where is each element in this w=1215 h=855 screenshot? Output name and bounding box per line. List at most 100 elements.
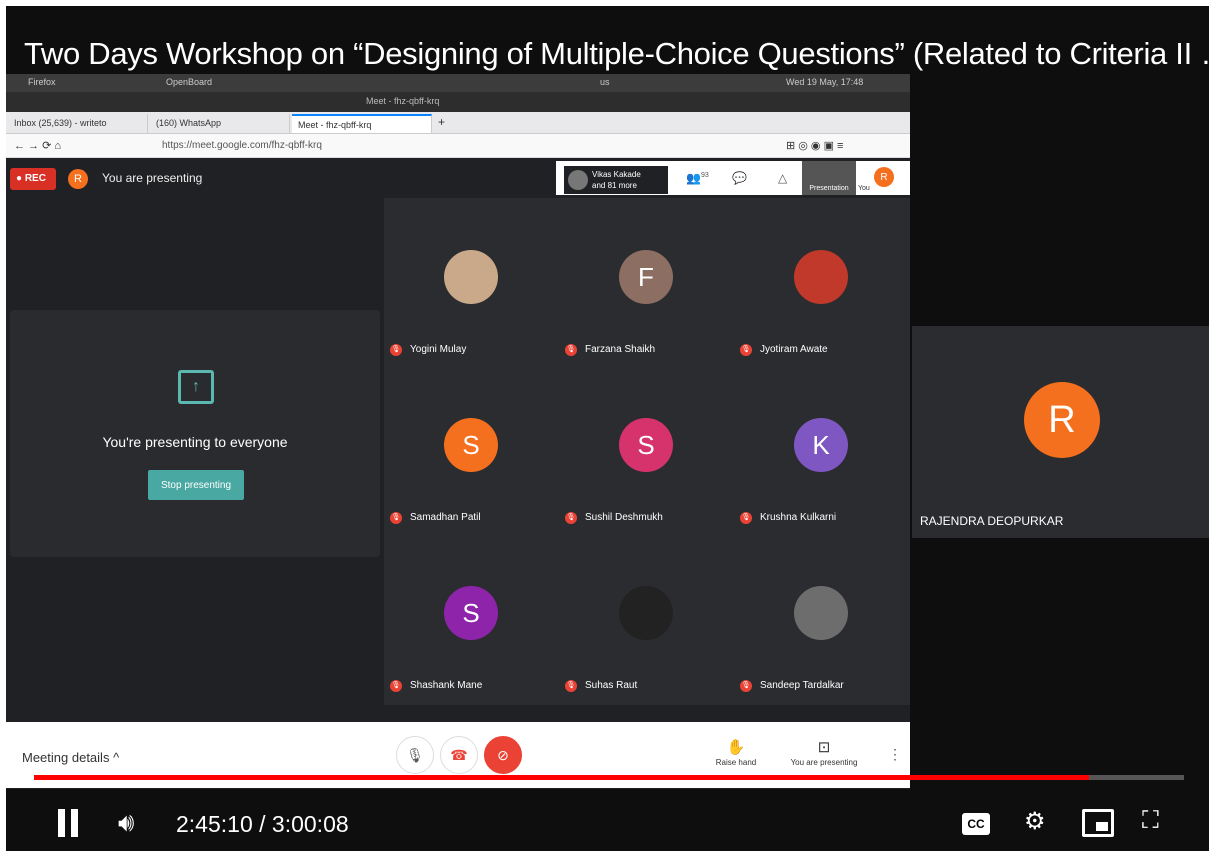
mic-muted-icon: 🎙: [390, 512, 402, 524]
mic-icon: 🎙: [406, 746, 424, 763]
camera-button[interactable]: ⊘: [484, 736, 522, 774]
participant-tile[interactable]: 🎙 Suhas Raut: [559, 534, 734, 702]
window-title: Meet - fhz-qbff-krq: [366, 96, 440, 106]
mic-muted-icon: 🎙: [740, 344, 752, 356]
mic-muted-icon: 🎙: [740, 512, 752, 524]
progress-bar[interactable]: [34, 775, 1184, 780]
url-bar[interactable]: https://meet.google.com/fhz-qbff-krq: [156, 137, 716, 155]
participant-name: Sushil Deshmukh: [585, 512, 663, 523]
participant-tile[interactable]: 🎙 Yogini Mulay: [384, 198, 559, 366]
browser-tab-bar: Inbox (25,639) - writeto (160) WhatsApp …: [6, 112, 910, 134]
self-tile-avatar: R: [1024, 382, 1100, 458]
browser-nav-bar: ← → ⟳ ⌂ https://meet.google.com/fhz-qbff…: [6, 134, 910, 158]
participant-name: Samadhan Patil: [410, 512, 481, 523]
captions-button[interactable]: CC: [962, 813, 990, 835]
toolbar-icons[interactable]: ⊞ ◎ ◉ ▣ ≡: [786, 139, 843, 152]
exit-fullscreen-icon[interactable]: ⛶: [1142, 807, 1159, 835]
video-frame[interactable]: Two Days Workshop on “Designing of Multi…: [6, 6, 1209, 851]
phone-hangup-icon: ☎: [450, 746, 468, 763]
os-clock: Wed 19 May, 17:48: [786, 77, 864, 87]
participant-name: Jyotiram Awate: [760, 344, 828, 355]
participant-tile[interactable]: K 🎙 Krushna Kulkarni: [734, 366, 909, 534]
present-icon: ⊡: [817, 739, 831, 756]
rec-badge: ● REC: [10, 168, 56, 190]
new-tab-icon[interactable]: +: [438, 115, 445, 129]
chevron-up-icon: ^: [113, 750, 120, 765]
participant-name: Suhas Raut: [585, 680, 638, 691]
participant-avatar: S: [619, 418, 673, 472]
top-participant[interactable]: Vikas Kakade and 81 more: [564, 166, 668, 194]
participant-photo: [568, 170, 588, 190]
keyboard-layout: us: [600, 77, 610, 87]
pause-icon: [58, 809, 65, 837]
meet-top-right-bar: Vikas Kakade and 81 more 👥93 💬 △ Present…: [556, 161, 910, 195]
tab-inbox[interactable]: Inbox (25,639) - writeto: [8, 114, 148, 133]
self-tile: R RAJENDRA DEOPURKAR: [912, 326, 1209, 538]
participant-name: Sandeep Tardalkar: [760, 680, 844, 691]
os-top-bar: Firefox OpenBoard us Wed 19 May, 17:48: [6, 74, 910, 92]
more-options-icon[interactable]: ⋮: [888, 746, 902, 763]
meeting-details-button[interactable]: Meeting details ^: [22, 750, 119, 765]
meet-window: ● REC R You are presenting Vikas Kakade …: [6, 158, 910, 789]
participant-tile[interactable]: S 🎙 Samadhan Patil: [384, 366, 559, 534]
participant-avatar: K: [794, 418, 848, 472]
os-app-openboard: OpenBoard: [166, 77, 213, 87]
mic-button[interactable]: 🎙: [396, 736, 434, 774]
tab-whatsapp[interactable]: (160) WhatsApp: [150, 114, 290, 133]
video-title: Two Days Workshop on “Designing of Multi…: [24, 36, 1209, 71]
participant-name: Shashank Mane: [410, 680, 483, 691]
self-tile-name: RAJENDRA DEOPURKAR: [920, 514, 1064, 528]
mic-muted-icon: 🎙: [390, 680, 402, 692]
presenting-message: You're presenting to everyone: [102, 434, 288, 450]
tab-meet[interactable]: Meet - fhz-qbff-krq: [292, 114, 432, 133]
participant-photo: [794, 586, 848, 640]
presenting-panel: ↑ You're presenting to everyone Stop pre…: [10, 310, 380, 557]
mini-presentation-tile[interactable]: Presentation: [802, 161, 856, 195]
volume-icon[interactable]: 🔊︎: [118, 807, 134, 839]
mic-muted-icon: 🎙: [740, 680, 752, 692]
mini-you-label: You: [858, 185, 870, 192]
back-forward-icons[interactable]: ← → ⟳ ⌂: [14, 139, 61, 152]
people-icon[interactable]: 👥93: [686, 171, 709, 185]
present-screen-icon: ↑: [178, 370, 214, 404]
you-are-presenting-button[interactable]: ⊡ You are presenting: [786, 738, 862, 767]
mic-muted-icon: 🎙: [565, 680, 577, 692]
participant-avatar: S: [444, 586, 498, 640]
mic-muted-icon: 🎙: [565, 512, 577, 524]
participant-tile[interactable]: F 🎙 Farzana Shaikh: [559, 198, 734, 366]
participant-tile[interactable]: 🎙 Jyotiram Awate: [734, 198, 909, 366]
participant-avatar: S: [444, 418, 498, 472]
os-app-firefox: Firefox: [28, 77, 56, 87]
participant-name: Yogini Mulay: [410, 344, 467, 355]
self-avatar: R: [68, 169, 88, 189]
participant-tile[interactable]: S 🎙 Shashank Mane: [384, 534, 559, 702]
presenting-status: You are presenting: [102, 171, 203, 185]
player-controls: 🔊︎ 2:45:10 / 3:00:08 CC ⚙ ⛶: [6, 789, 1209, 851]
mini-self-avatar: R: [874, 167, 894, 187]
time-display: 2:45:10 / 3:00:08: [176, 811, 349, 837]
participant-avatar: F: [619, 250, 673, 304]
raise-hand-button[interactable]: ✋ Raise hand: [712, 738, 760, 767]
mic-muted-icon: 🎙: [565, 344, 577, 356]
chat-icon[interactable]: 💬: [732, 171, 747, 185]
participant-photo: [444, 250, 498, 304]
stop-presenting-button[interactable]: Stop presenting: [148, 470, 244, 500]
end-call-button[interactable]: ☎: [440, 736, 478, 774]
participant-name: Krushna Kulkarni: [760, 512, 837, 523]
progress-fill: [34, 775, 1089, 780]
participant-tile[interactable]: 🎙 Sandeep Tardalkar: [734, 534, 909, 702]
screen-recording: Firefox OpenBoard us Wed 19 May, 17:48 M…: [6, 74, 910, 789]
pause-button[interactable]: [58, 809, 80, 837]
participant-grid: 🎙 Yogini Mulay F 🎙 Farzana Shaikh 🎙 Jyotiram A…: [384, 198, 910, 705]
participant-photo: [619, 586, 673, 640]
participant-photo: [794, 250, 848, 304]
activities-icon[interactable]: △: [778, 171, 787, 185]
participant-name: Farzana Shaikh: [585, 344, 656, 355]
mic-muted-icon: 🎙: [390, 344, 402, 356]
camera-off-icon: ⊘: [497, 746, 509, 763]
hand-icon: ✋: [726, 739, 746, 756]
participant-tile[interactable]: S 🎙 Sushil Deshmukh: [559, 366, 734, 534]
miniplayer-icon[interactable]: [1082, 809, 1114, 837]
window-title-bar: Meet - fhz-qbff-krq: [6, 92, 910, 112]
settings-gear-icon[interactable]: ⚙: [1024, 807, 1046, 836]
